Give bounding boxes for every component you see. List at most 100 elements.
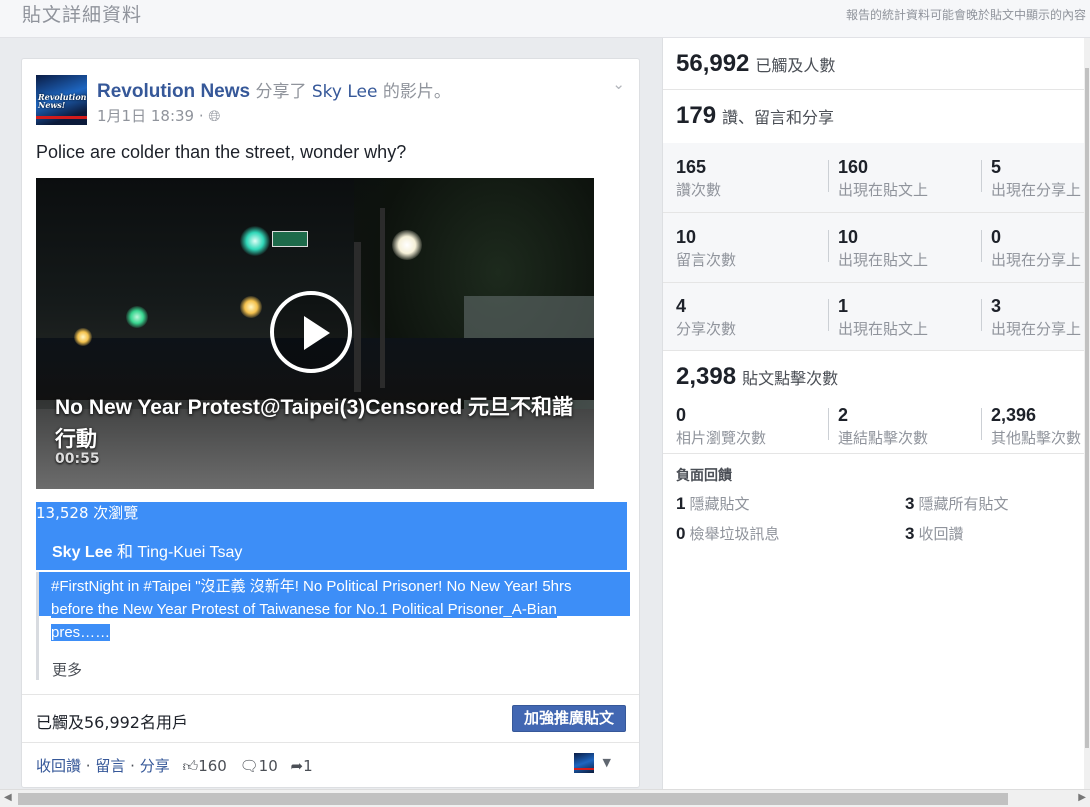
post-date[interactable]: 1月1日 18:39 · — [97, 107, 204, 125]
video-player[interactable]: No New Year Protest@Taipei(3)Censored 元旦… — [36, 178, 594, 489]
divider — [981, 160, 982, 192]
scroll-right-arrow-icon[interactable]: ▶ — [1078, 792, 1086, 803]
link-clicks: 2 連結點擊次數 — [838, 405, 929, 447]
video-scene-light — [126, 306, 148, 328]
other-clicks: 2,396 其他點擊次數 — [991, 405, 1082, 447]
post-header: Revolution News 分享了 Sky Lee 的影片。 — [97, 77, 451, 103]
divider — [828, 408, 829, 440]
comment-icon[interactable]: 🗨︎ — [240, 757, 259, 775]
share-link[interactable]: 分享 — [140, 757, 170, 775]
page-header: 貼文詳細資料 報告的統計資料可能會晚於貼文中顯示的內容 — [0, 0, 1090, 38]
reach-text: 已觸及56,992名用戶 — [36, 713, 188, 732]
description-line: pres…… — [51, 624, 111, 641]
likes-total: 165 讚次數 — [676, 157, 722, 199]
reach-label: 已觸及人數 — [755, 56, 836, 75]
photo-views: 0 相片瀏覽次數 — [676, 405, 767, 447]
page-title: 貼文詳細資料 — [22, 4, 143, 26]
post-actions: 收回讚 · 留言 · 分享 👍︎160 🗨︎10 ➦1 — [36, 755, 313, 776]
unlike-link[interactable]: 收回讚 — [36, 757, 81, 775]
chevron-down-icon[interactable]: ⌄ — [612, 75, 625, 93]
post-card: Revolution News! Revolution News 分享了 Sky… — [21, 58, 640, 788]
hide-post-stat: 1 隱藏貼文 — [676, 494, 750, 513]
see-more-link[interactable]: 更多 — [52, 659, 82, 680]
divider — [828, 230, 829, 262]
engagement-label: 讚、留言和分享 — [722, 108, 835, 127]
video-scene-street-sign — [272, 231, 308, 247]
scrollbar-thumb[interactable] — [18, 793, 1008, 805]
engagement-section: 179 讚、留言和分享 — [663, 90, 1088, 143]
divider — [828, 160, 829, 192]
row-divider — [663, 282, 1088, 283]
comment-count[interactable]: 10 — [259, 757, 278, 775]
shares-total: 4 分享次數 — [676, 296, 737, 338]
engagement-stat: 179 讚、留言和分享 — [676, 102, 834, 130]
clicks-stat: 2,398 貼文點擊次數 — [676, 363, 838, 391]
video-scene-traffic-light — [240, 226, 270, 256]
divider — [981, 408, 982, 440]
page-identity-avatar[interactable] — [574, 753, 594, 773]
engagement-value: 179 — [676, 102, 717, 129]
hide-all-posts-stat: 3 隱藏所有貼文 — [905, 494, 1009, 513]
negative-feedback-title: 負面回饋 — [676, 468, 732, 484]
avatar-logo-text: Revolution News! — [38, 92, 87, 110]
tagged-users: Sky Lee 和 Ting-Kuei Tsay — [36, 525, 627, 570]
stats-delay-note: 報告的統計資料可能會晚於貼文中顯示的內容 — [845, 8, 1086, 22]
comment-link[interactable]: 留言 — [95, 757, 125, 775]
clicks-label: 貼文點擊次數 — [742, 369, 839, 388]
tagged-user-link[interactable]: Ting-Kuei Tsay — [137, 544, 242, 561]
clicks-value: 2,398 — [676, 363, 737, 390]
comments-on-shares: 0 出現在分享上 — [991, 227, 1082, 269]
reach-stat: 56,992 已觸及人數 — [676, 50, 835, 78]
shares-on-post: 1 出現在貼文上 — [838, 296, 929, 338]
share-icon[interactable]: ➦ — [291, 757, 304, 775]
description-line: before the New Year Protest of Taiwanese… — [51, 601, 557, 618]
post-message: Police are colder than the street, wonde… — [36, 142, 407, 162]
video-duration: 00:55 — [55, 451, 100, 467]
video-scene-street-lamp — [392, 230, 422, 260]
reach-row: 已觸及56,992名用戶 加強推廣貼文 — [22, 694, 639, 743]
comments-on-post: 10 出現在貼文上 — [838, 227, 929, 269]
separator: · — [85, 757, 91, 775]
vertical-scrollbar[interactable] — [1084, 38, 1090, 789]
video-scene-pole — [380, 208, 385, 388]
clicks-section: 2,398 貼文點擊次數 0 相片瀏覽次數 2 連結點擊次數 2,396 其他點擊次數 — [663, 351, 1088, 454]
comments-total: 10 留言次數 — [676, 227, 737, 269]
report-spam-stat: 0 檢舉垃圾訊息 — [676, 524, 780, 543]
likes-on-shares: 5 出現在分享上 — [991, 157, 1082, 199]
shared-suffix: 的影片。 — [382, 82, 451, 102]
description-line: #FirstNight in #Taipei "沒正義 沒新年! No Poli… — [51, 578, 572, 595]
scroll-left-arrow-icon[interactable]: ◀ — [4, 792, 12, 803]
globe-icon: 🌐︎ — [208, 107, 221, 125]
page-avatar[interactable]: Revolution News! — [36, 75, 87, 125]
tagged-joiner: 和 — [116, 544, 133, 561]
unlike-page-stat: 3 收回讚 — [905, 524, 964, 543]
engagement-breakdown: 165 讚次數 160 出現在貼文上 5 出現在分享上 10 留言次數 10 出現在貼文上… — [663, 143, 1088, 351]
likes-on-post: 160 出現在貼文上 — [838, 157, 929, 199]
page-name-link[interactable]: Revolution News — [97, 81, 250, 102]
video-view-count: 13,528 次瀏覽 — [36, 502, 627, 525]
video-scene-light — [240, 296, 262, 318]
boost-post-button[interactable]: 加強推廣貼文 — [511, 705, 626, 732]
play-icon[interactable] — [270, 291, 352, 373]
tagged-user-link[interactable]: Sky Lee — [52, 544, 112, 561]
divider — [981, 230, 982, 262]
shares-on-shares: 3 出現在分享上 — [991, 296, 1082, 338]
divider — [981, 299, 982, 331]
video-description-block: #FirstNight in #Taipei "沒正義 沒新年! No Poli… — [36, 572, 630, 680]
avatar-stripe — [36, 116, 87, 119]
divider — [828, 299, 829, 331]
share-count[interactable]: 1 — [303, 757, 313, 775]
like-count[interactable]: 160 — [198, 757, 227, 775]
post-timestamp[interactable]: 1月1日 18:39 · 🌐︎ — [97, 105, 220, 126]
stats-panel: 56,992 已觸及人數 179 讚、留言和分享 165 讚次數 160 出現在貼文上 … — [662, 38, 1088, 789]
horizontal-scrollbar[interactable]: ◀ ▶ — [0, 789, 1090, 807]
reach-value: 56,992 — [676, 50, 750, 77]
video-scene-light — [74, 328, 92, 346]
caret-down-icon[interactable]: ▼ — [603, 756, 611, 769]
separator: · — [130, 757, 135, 775]
like-icon[interactable]: 👍︎ — [183, 757, 199, 775]
shared-user-link[interactable]: Sky Lee — [312, 82, 378, 102]
video-scene-pole — [354, 242, 361, 392]
row-divider — [663, 212, 1088, 213]
video-description: #FirstNight in #Taipei "沒正義 沒新年! No Poli… — [51, 575, 621, 644]
